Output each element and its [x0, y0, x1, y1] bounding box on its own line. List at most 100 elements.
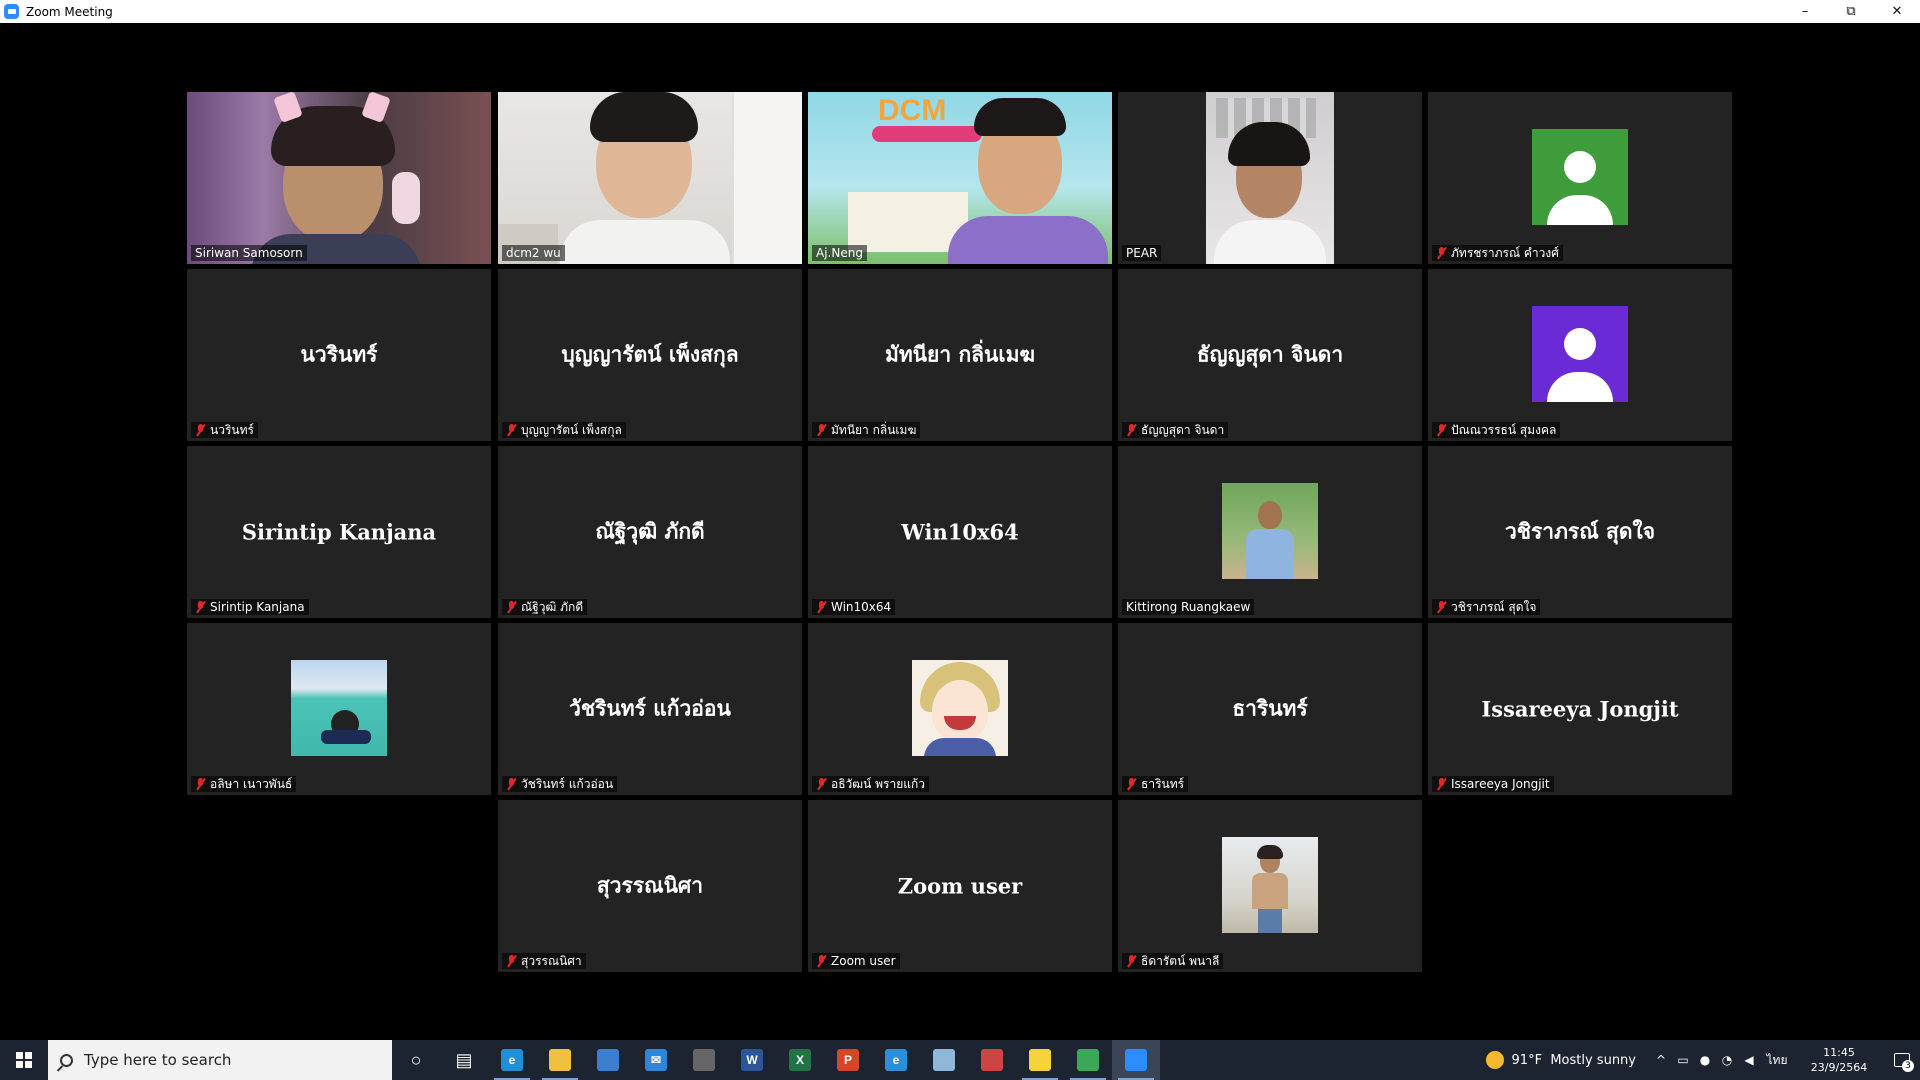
input-language[interactable]: ไทย — [1760, 1040, 1794, 1080]
zoom-app: Zoom Meeting – ⧉ ✕ Siriwan Samosorn dcm2 … — [0, 0, 1920, 1080]
muted-microphone-icon — [1126, 424, 1137, 436]
participant-name-text: Sirintip Kanjana — [210, 600, 305, 614]
participant-name-text: Zoom user — [831, 954, 896, 968]
participant-name-text: Aj.Neng — [816, 246, 863, 260]
excel-icon[interactable]: X — [776, 1040, 824, 1080]
task-view-icon[interactable]: ▤ — [440, 1040, 488, 1080]
file-explorer-glyph — [549, 1049, 571, 1071]
muted-microphone-icon — [816, 955, 827, 967]
participant-tile[interactable]: สุวรรณนิศา สุวรรณนิศา — [498, 800, 802, 972]
game-icon[interactable] — [680, 1040, 728, 1080]
profile-photo — [1222, 483, 1318, 579]
participant-name-label: Sirintip Kanjana — [191, 599, 309, 615]
wifi-icon[interactable]: ◔ — [1716, 1040, 1738, 1080]
taskbar-search-box[interactable]: Type here to search — [48, 1040, 392, 1080]
participant-name-label: Aj.Neng — [812, 245, 867, 261]
participant-display-name: ธารินทร์ — [1232, 695, 1308, 721]
participant-name-label: ธัญญสุดา จินดา — [1122, 422, 1229, 438]
action-center-button[interactable]: 3 — [1884, 1040, 1920, 1080]
participant-video: DCM — [808, 92, 1112, 264]
participant-tile[interactable]: ธัญญสุดา จินดา ธัญญสุดา จินดา — [1118, 269, 1422, 441]
participant-name-text: อลิษา เนาวพันธ์ — [210, 776, 293, 791]
participant-tile[interactable]: วัชรินทร์ แก้วอ่อน วัชรินทร์ แก้วอ่อน — [498, 623, 802, 795]
participant-tile[interactable]: ณัฐิวุฒิ ภักดี ณัฐิวุฒิ ภักดี — [498, 446, 802, 618]
participant-tile[interactable]: ปัณณวรรธน์ สุมงคล — [1428, 269, 1732, 441]
volume-icon[interactable]: ◀ — [1738, 1040, 1760, 1080]
muted-microphone-icon — [1436, 424, 1447, 436]
participant-tile[interactable]: นวรินทร์ นวรินทร์ — [187, 269, 491, 441]
microphone-icon[interactable]: ● — [1694, 1040, 1716, 1080]
weather-text: Mostly sunny — [1550, 1052, 1636, 1068]
participant-name-text: บุญญารัตน์ เพ็งสกุล — [521, 422, 622, 437]
participant-tile[interactable]: ภัทรชราภรณ์ คำวงศ์ — [1428, 92, 1732, 264]
network-icon[interactable]: ▭ — [1672, 1040, 1694, 1080]
notes-glyph — [933, 1049, 955, 1071]
participant-tile[interactable]: ธารินทร์ ธารินทร์ — [1118, 623, 1422, 795]
participant-tile[interactable]: มัทนียา กลิ่นเมฆ มัทนียา กลิ่นเมฆ — [808, 269, 1112, 441]
paint-icon[interactable] — [968, 1040, 1016, 1080]
participant-tile[interactable]: Siriwan Samosorn — [187, 92, 491, 264]
weather-widget[interactable]: 91°F Mostly sunny — [1485, 1051, 1636, 1069]
participant-tile[interactable]: Win10x64 Win10x64 — [808, 446, 1112, 618]
participant-name-text: นวรินทร์ — [210, 422, 254, 437]
notification-count: 3 — [1902, 1060, 1914, 1072]
game-glyph — [693, 1049, 715, 1071]
word-icon[interactable]: W — [728, 1040, 776, 1080]
default-avatar-icon — [1532, 129, 1628, 225]
start-button[interactable] — [0, 1040, 48, 1080]
muted-microphone-icon — [195, 778, 206, 790]
participant-name-text: ปัณณวรรธน์ สุมงคล — [1451, 422, 1557, 437]
chrome-glyph — [1077, 1049, 1099, 1071]
cortana-icon[interactable]: ○ — [392, 1040, 440, 1080]
participant-tile[interactable]: dcm2 wu — [498, 92, 802, 264]
sticky-notes-icon[interactable] — [1016, 1040, 1064, 1080]
excel-glyph: X — [789, 1049, 811, 1071]
participant-display-name: นวรินทร์ — [300, 341, 378, 367]
participant-tile[interactable]: Issareeya Jongjit Issareeya Jongjit — [1428, 623, 1732, 795]
ie-glyph: e — [885, 1049, 907, 1071]
taskbar-apps: ○ ▤ e ✉ W X Pe — [392, 1040, 1160, 1080]
participant-display-name: Issareeya Jongjit — [1481, 696, 1679, 722]
notes-icon[interactable] — [920, 1040, 968, 1080]
zoom-glyph — [1125, 1049, 1147, 1071]
powerpoint-glyph: P — [837, 1049, 859, 1071]
mail-glyph: ✉ — [645, 1049, 667, 1071]
participant-name-label: PEAR — [1122, 245, 1162, 261]
participant-video — [187, 92, 491, 264]
taskbar-clock[interactable]: 11:45 23/9/2564 — [1800, 1045, 1878, 1075]
participant-name-label: ธารินทร์ — [1122, 776, 1189, 792]
participant-tile[interactable]: วชิราภรณ์ สุดใจ วชิราภรณ์ สุดใจ — [1428, 446, 1732, 618]
participant-name-label: Kittirong Ruangkaew — [1122, 599, 1255, 615]
participant-tile[interactable]: Sirintip Kanjana Sirintip Kanjana — [187, 446, 491, 618]
participant-name-label: Zoom user — [812, 953, 900, 969]
participant-tile[interactable]: Zoom user Zoom user — [808, 800, 1112, 972]
chrome-icon[interactable] — [1064, 1040, 1112, 1080]
participant-display-name: Zoom user — [897, 873, 1023, 899]
chevron-up-icon[interactable]: ^ — [1650, 1040, 1672, 1080]
participant-tile[interactable]: DCM Aj.Neng — [808, 92, 1112, 264]
participant-name-text: ภัทรชราภรณ์ คำวงศ์ — [1451, 245, 1559, 260]
participant-tile[interactable]: Kittirong Ruangkaew — [1118, 446, 1422, 618]
store-icon[interactable] — [584, 1040, 632, 1080]
powerpoint-icon[interactable]: P — [824, 1040, 872, 1080]
restore-button[interactable]: ⧉ — [1828, 0, 1874, 23]
sticky-notes-glyph — [1029, 1049, 1051, 1071]
file-explorer-icon[interactable] — [536, 1040, 584, 1080]
close-button[interactable]: ✕ — [1874, 0, 1920, 23]
minimize-button[interactable]: – — [1782, 0, 1828, 23]
muted-microphone-icon — [816, 601, 827, 613]
ie-icon[interactable]: e — [872, 1040, 920, 1080]
muted-microphone-icon — [1436, 247, 1447, 259]
participant-tile[interactable]: อธิวัฒน์ พรายแก้ว — [808, 623, 1112, 795]
muted-microphone-icon — [816, 424, 827, 436]
participant-tile[interactable]: อลิษา เนาวพันธ์ — [187, 623, 491, 795]
participant-name-text: Siriwan Samosorn — [195, 246, 303, 260]
participant-name-text: วัชรินทร์ แก้วอ่อน — [521, 776, 614, 791]
edge-icon[interactable]: e — [488, 1040, 536, 1080]
participant-tile[interactable]: บุญญารัตน์ เพ็งสกุล บุญญารัตน์ เพ็งสกุล — [498, 269, 802, 441]
zoom-icon[interactable] — [1112, 1040, 1160, 1080]
participant-name-text: วชิราภรณ์ สุดใจ — [1451, 599, 1537, 614]
mail-icon[interactable]: ✉ — [632, 1040, 680, 1080]
participant-tile[interactable]: ธิดารัตน์ พนาลี — [1118, 800, 1422, 972]
participant-tile[interactable]: PEAR — [1118, 92, 1422, 264]
